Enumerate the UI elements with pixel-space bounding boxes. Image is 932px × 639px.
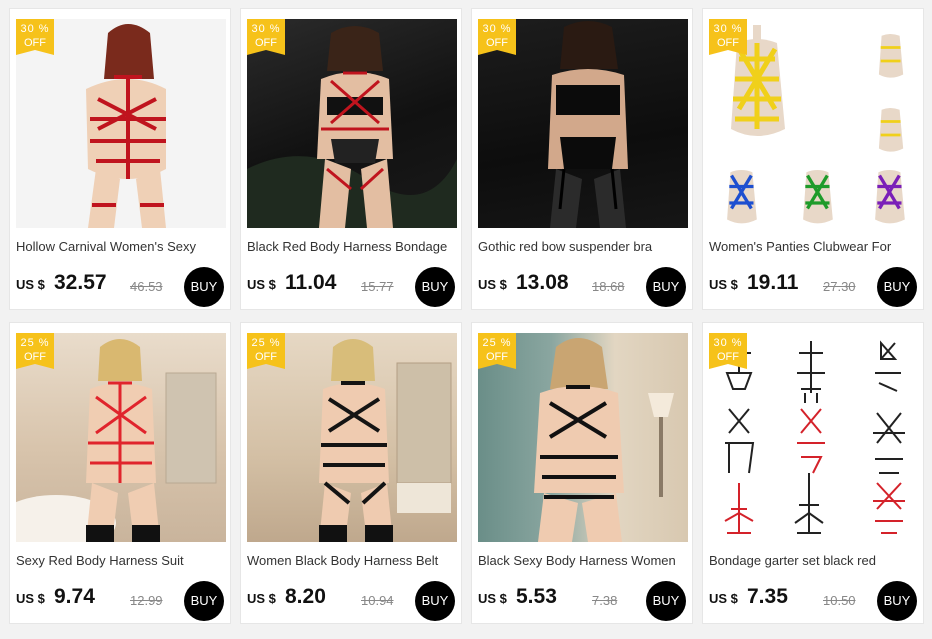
product-title[interactable]: Bondage garter set black red (709, 553, 921, 568)
discount-unit: % (731, 337, 743, 349)
discount-value: 30 (251, 23, 266, 35)
product-card[interactable]: 30 % OFF Gothic red bow suspender bra US… (471, 8, 693, 310)
product-card[interactable]: 30 % OFF Black Red Body Harness Bondage … (240, 8, 462, 310)
original-price: 18.68 (592, 279, 625, 294)
discount-badge: 25 % OFF (478, 333, 516, 369)
product-card[interactable]: 30 % OFF Bondage garter set black red US… (702, 322, 924, 624)
sale-price: 9.74 (54, 585, 95, 608)
product-title[interactable]: Gothic red bow suspender bra (478, 239, 690, 254)
discount-label: OFF (486, 37, 508, 49)
product-card[interactable]: 25 % OFF Black Sexy Body Harness Women U… (471, 322, 693, 624)
discount-unit: % (500, 337, 512, 349)
buy-button[interactable]: BUY (646, 581, 686, 621)
buy-button[interactable]: BUY (415, 581, 455, 621)
original-price: 27.30 (823, 279, 856, 294)
currency-label: US $ (247, 277, 276, 292)
currency-label: US $ (478, 591, 507, 606)
sale-price: 13.08 (516, 271, 569, 294)
discount-badge: 30 % OFF (247, 19, 285, 55)
price-row: US $ 8.20 10.94 BUY (247, 581, 459, 621)
discount-unit: % (500, 23, 512, 35)
discount-value: 25 (20, 337, 35, 349)
price-row: US $ 13.08 18.68 BUY (478, 267, 690, 307)
discount-label: OFF (486, 351, 508, 363)
price-row: US $ 9.74 12.99 BUY (16, 581, 228, 621)
product-card[interactable]: 25 % OFF Women Black Body Harness Belt U… (240, 322, 462, 624)
product-title[interactable]: Women's Panties Clubwear For (709, 239, 921, 254)
original-price: 46.53 (130, 279, 163, 294)
sale-price: 11.04 (285, 271, 337, 294)
discount-label: OFF (717, 37, 739, 49)
discount-unit: % (269, 337, 281, 349)
product-title[interactable]: Sexy Red Body Harness Suit (16, 553, 228, 568)
discount-value: 30 (713, 337, 728, 349)
discount-badge: 30 % OFF (709, 333, 747, 369)
original-price: 15.77 (361, 279, 394, 294)
discount-value: 25 (251, 337, 266, 349)
buy-button[interactable]: BUY (184, 581, 224, 621)
discount-label: OFF (24, 351, 46, 363)
buy-button[interactable]: BUY (415, 267, 455, 307)
discount-label: OFF (717, 351, 739, 363)
discount-value: 25 (482, 337, 497, 349)
product-grid: 30 % OFF Hollow Carnival Women's Sexy US… (0, 0, 932, 639)
buy-button[interactable]: BUY (184, 267, 224, 307)
original-price: 7.38 (592, 593, 618, 608)
discount-label: OFF (255, 351, 277, 363)
sale-price: 32.57 (54, 271, 107, 294)
original-price: 10.94 (361, 593, 394, 608)
price-row: US $ 32.57 46.53 BUY (16, 267, 228, 307)
discount-label: OFF (24, 37, 46, 49)
sale-price: 19.11 (747, 271, 799, 294)
sale-price: 8.20 (285, 585, 326, 608)
buy-button[interactable]: BUY (877, 581, 917, 621)
currency-label: US $ (709, 277, 738, 292)
discount-badge: 25 % OFF (247, 333, 285, 369)
currency-label: US $ (16, 277, 45, 292)
discount-badge: 30 % OFF (709, 19, 747, 55)
currency-label: US $ (478, 277, 507, 292)
currency-label: US $ (247, 591, 276, 606)
discount-badge: 30 % OFF (478, 19, 516, 55)
discount-unit: % (731, 23, 743, 35)
product-title[interactable]: Women Black Body Harness Belt (247, 553, 459, 568)
discount-value: 30 (20, 23, 35, 35)
discount-value: 30 (713, 23, 728, 35)
buy-button[interactable]: BUY (877, 267, 917, 307)
sale-price: 7.35 (747, 585, 788, 608)
product-card[interactable]: 30 % OFF Women's Panties Clubwear For US… (702, 8, 924, 310)
discount-unit: % (38, 337, 50, 349)
sale-price: 5.53 (516, 585, 557, 608)
price-row: US $ 11.04 15.77 BUY (247, 267, 459, 307)
product-title[interactable]: Black Red Body Harness Bondage (247, 239, 459, 254)
discount-label: OFF (255, 37, 277, 49)
discount-unit: % (38, 23, 50, 35)
original-price: 10.50 (823, 593, 856, 608)
original-price: 12.99 (130, 593, 163, 608)
discount-badge: 30 % OFF (16, 19, 54, 55)
discount-value: 30 (482, 23, 497, 35)
price-row: US $ 19.11 27.30 BUY (709, 267, 921, 307)
discount-badge: 25 % OFF (16, 333, 54, 369)
product-card[interactable]: 25 % OFF Sexy Red Body Harness Suit US $… (9, 322, 231, 624)
price-row: US $ 5.53 7.38 BUY (478, 581, 690, 621)
product-title[interactable]: Black Sexy Body Harness Women (478, 553, 690, 568)
product-card[interactable]: 30 % OFF Hollow Carnival Women's Sexy US… (9, 8, 231, 310)
currency-label: US $ (16, 591, 45, 606)
buy-button[interactable]: BUY (646, 267, 686, 307)
product-title[interactable]: Hollow Carnival Women's Sexy (16, 239, 228, 254)
currency-label: US $ (709, 591, 738, 606)
price-row: US $ 7.35 10.50 BUY (709, 581, 921, 621)
discount-unit: % (269, 23, 281, 35)
